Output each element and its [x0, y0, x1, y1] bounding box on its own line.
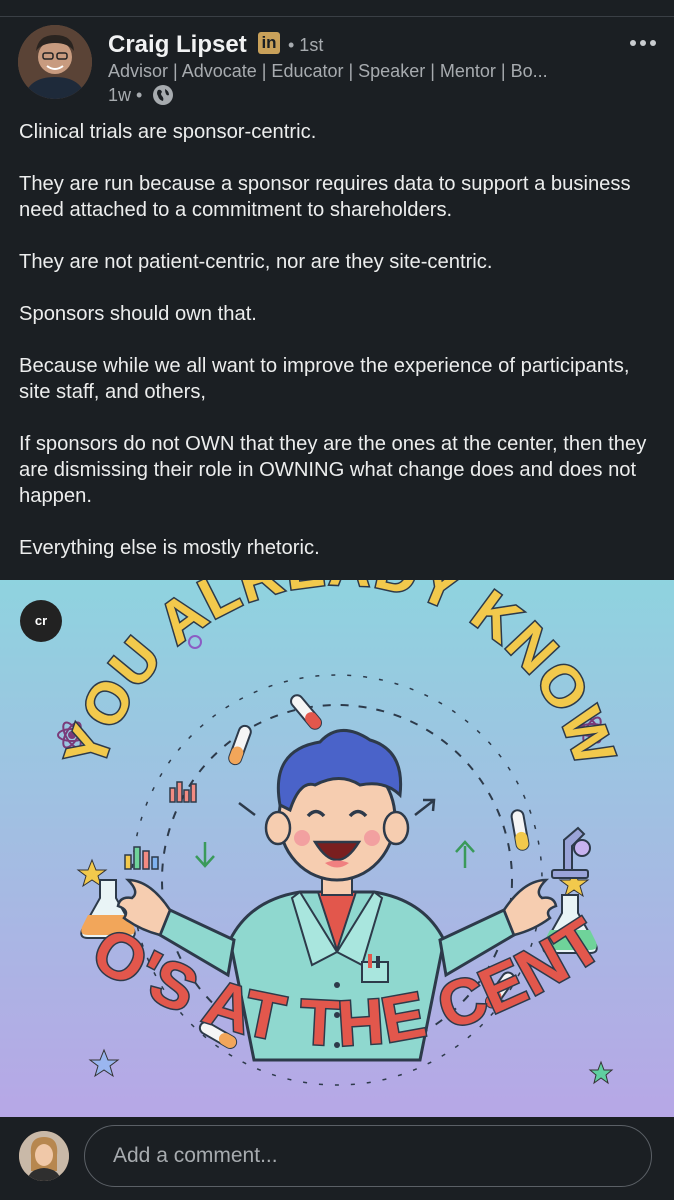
more-options-icon[interactable]	[628, 35, 658, 51]
post-header: Craig Lipset in • 1st Advisor | Advocate…	[0, 17, 674, 117]
author-name[interactable]: Craig Lipset	[108, 31, 247, 59]
user-avatar[interactable]	[19, 1131, 69, 1181]
content-credentials-badge[interactable]: cr	[20, 600, 62, 642]
post-paragraph: If sponsors do not OWN that they are the…	[19, 433, 647, 507]
post-paragraph: Because while we all want to improve the…	[19, 355, 630, 403]
comment-input[interactable]	[84, 1125, 652, 1187]
post-body: Clinical trials are sponsor-centric. The…	[19, 119, 659, 587]
post-paragraph: Sponsors should own that.	[19, 303, 257, 325]
post-time: 1w •	[108, 85, 143, 105]
linkedin-premium-badge: in	[258, 32, 280, 54]
post-paragraph: Clinical trials are sponsor-centric.	[19, 121, 317, 143]
author-avatar[interactable]	[18, 25, 92, 99]
globe-icon	[153, 85, 173, 105]
post-image[interactable]: YOU ALREADY KNOW WHO'S AT THE CENTER cr	[0, 580, 674, 1117]
author-headline: Advisor | Advocate | Educator | Speaker …	[108, 61, 548, 81]
post-paragraph: They are run because a sponsor requires …	[19, 173, 631, 221]
connection-degree: • 1st	[288, 35, 324, 55]
scientist-illustration: YOU ALREADY KNOW WHO'S AT THE CENTER	[0, 580, 674, 1117]
post-paragraph: Everything else is mostly rhetoric.	[19, 537, 320, 559]
post-paragraph: They are not patient-centric, nor are th…	[19, 251, 493, 273]
top-divider	[0, 0, 674, 17]
comment-bar	[0, 1117, 674, 1200]
